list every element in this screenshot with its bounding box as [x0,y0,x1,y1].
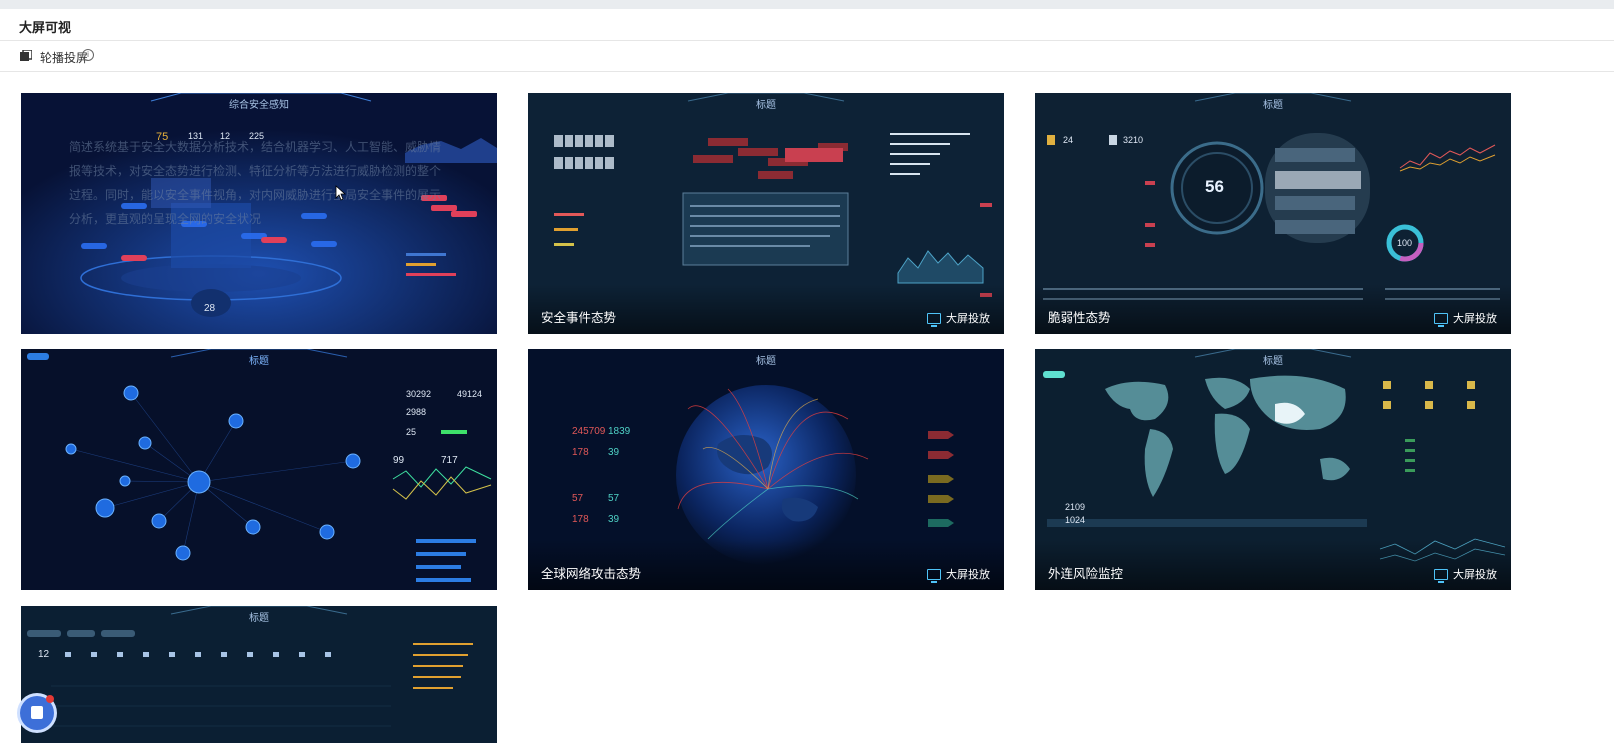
dashboard-preview [21,606,497,743]
monitor-icon [927,312,941,327]
card-caption: 外连风险监控 [1048,567,1124,581]
chat-assistant-button[interactable] [20,695,54,730]
card-caption: 脆弱性态势 [1048,311,1111,325]
monitor-icon [927,568,941,583]
stat-value: 30292 [406,389,432,399]
message-icon [31,706,43,719]
info-icon[interactable]: i [82,49,94,61]
stat-value: 12 [38,649,50,660]
stat-value: 178 [572,514,589,525]
dashboard-title: 标题 [756,356,776,367]
dashboard-card-global-attacks[interactable]: 标题 245709 1839 178 39 57 57 178 39 全球网络攻… [528,349,1004,590]
stat-value: 1839 [608,426,631,437]
stat-value: 178 [572,447,589,458]
stat-value: 99 [393,455,405,466]
card-caption: 全球网络攻击态势 [541,567,642,581]
dashboard-card-traffic[interactable]: 标题 12 [21,606,497,743]
carousel-icon[interactable] [20,50,32,62]
card-caption: 安全事件态势 [541,311,617,325]
stat-value: 39 [608,514,620,525]
stat-value: 2109 [1065,502,1086,512]
dashboard-title: 标题 [1263,100,1283,111]
stat-value: 39 [608,447,620,458]
stat-value: 28 [204,303,216,314]
stat-value: 49124 [457,389,483,399]
page-title: 大屏可视 [19,20,72,35]
dashboard-card-external-risk[interactable]: 标题 2109 1024 外连风险监控 大屏投放 [1035,349,1511,590]
page-header: 大屏可视 [0,9,1614,41]
top-strip [0,0,1614,9]
stat-value: 57 [608,493,620,504]
dashboard-title: 标题 [249,613,269,624]
stat-value: 3210 [1123,135,1144,145]
mouse-cursor-icon [335,185,347,201]
project-to-screen-button[interactable]: 大屏投放 [927,310,990,327]
dashboard-card-comprehensive[interactable]: 综合安全感知 75 131 12 225 28 简述系统基于安全大数据分析技术，… [21,93,497,334]
dashboard-title: 标题 [249,356,269,367]
stat-value: 24 [1063,135,1074,145]
dashboard-title: 标题 [756,100,776,111]
project-to-screen-button[interactable]: 大屏投放 [1434,566,1497,583]
monitor-icon [1434,312,1448,327]
stat-value: 1024 [1065,515,1086,525]
project-to-screen-button[interactable]: 大屏投放 [927,566,990,583]
stat-value: 57 [572,493,584,504]
stat-value: 245709 [572,426,606,437]
dashboard-card-security-events[interactable]: 标题 安全事件态势 大屏投放 [528,93,1004,334]
notification-dot [46,695,54,703]
stat-value: 25 [406,427,417,437]
dashboard-preview [21,349,497,590]
gauge-value: 56 [1205,177,1224,196]
dashboard-card-assets[interactable]: 标题 30292 49124 2988 25 99 717 [21,349,497,590]
stat-value: 2988 [406,407,427,417]
donut-value: 100 [1397,238,1413,248]
stat-value: 717 [441,455,458,466]
carousel-button[interactable]: 轮播投屏 [40,49,88,66]
dashboard-title: 标题 [1263,356,1283,367]
toolbar: 轮播投屏 i [0,41,1614,72]
monitor-icon [1434,568,1448,583]
dashboard-card-vulnerability[interactable]: 标题 56 100 24 3210 脆弱性态势 大屏投放 [1035,93,1511,334]
dashboard-title: 综合安全感知 [229,100,289,111]
card-description-tooltip: 简述系统基于安全大数据分析技术，结合机器学习、人工智能、威胁情报等技术，对安全态… [69,140,442,226]
project-to-screen-button[interactable]: 大屏投放 [1434,310,1497,327]
